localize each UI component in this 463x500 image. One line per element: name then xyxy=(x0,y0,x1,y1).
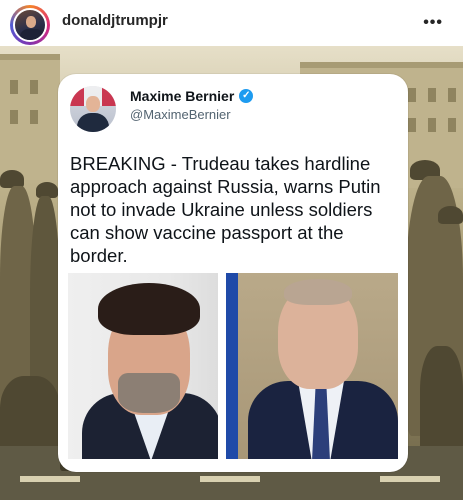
soldier-figure xyxy=(0,376,60,456)
post-header: donaldjtrumpjr ••• xyxy=(0,0,463,46)
verified-badge-icon: ✓ xyxy=(239,89,254,103)
profile-avatar[interactable] xyxy=(10,5,50,45)
soldier-figure xyxy=(438,206,463,224)
tweet-text: BREAKING - Trudeau takes hardline approa… xyxy=(70,153,381,266)
road-marking xyxy=(20,476,80,482)
post-username[interactable]: donaldjtrumpjr xyxy=(62,12,168,29)
tweet-card: Maxime Bernier ✓ @MaximeBernier BREAKING… xyxy=(58,74,408,472)
avatar-image xyxy=(13,8,47,42)
road-marking xyxy=(380,476,440,482)
tweet-author-name[interactable]: Maxime Bernier xyxy=(130,88,234,104)
portrait-photo-right xyxy=(238,273,398,459)
more-options-icon[interactable]: ••• xyxy=(423,14,443,32)
road-marking xyxy=(200,476,260,482)
background-building xyxy=(0,54,60,180)
flag-background xyxy=(218,273,238,459)
soldier-figure xyxy=(420,346,463,456)
tweet-author-avatar[interactable] xyxy=(70,86,116,132)
tweet-media[interactable] xyxy=(68,273,398,459)
portrait-photo-left xyxy=(68,273,235,459)
tweet-author-row: Maxime Bernier ✓ xyxy=(130,88,254,104)
tweet-author-handle[interactable]: @MaximeBernier xyxy=(130,107,231,122)
